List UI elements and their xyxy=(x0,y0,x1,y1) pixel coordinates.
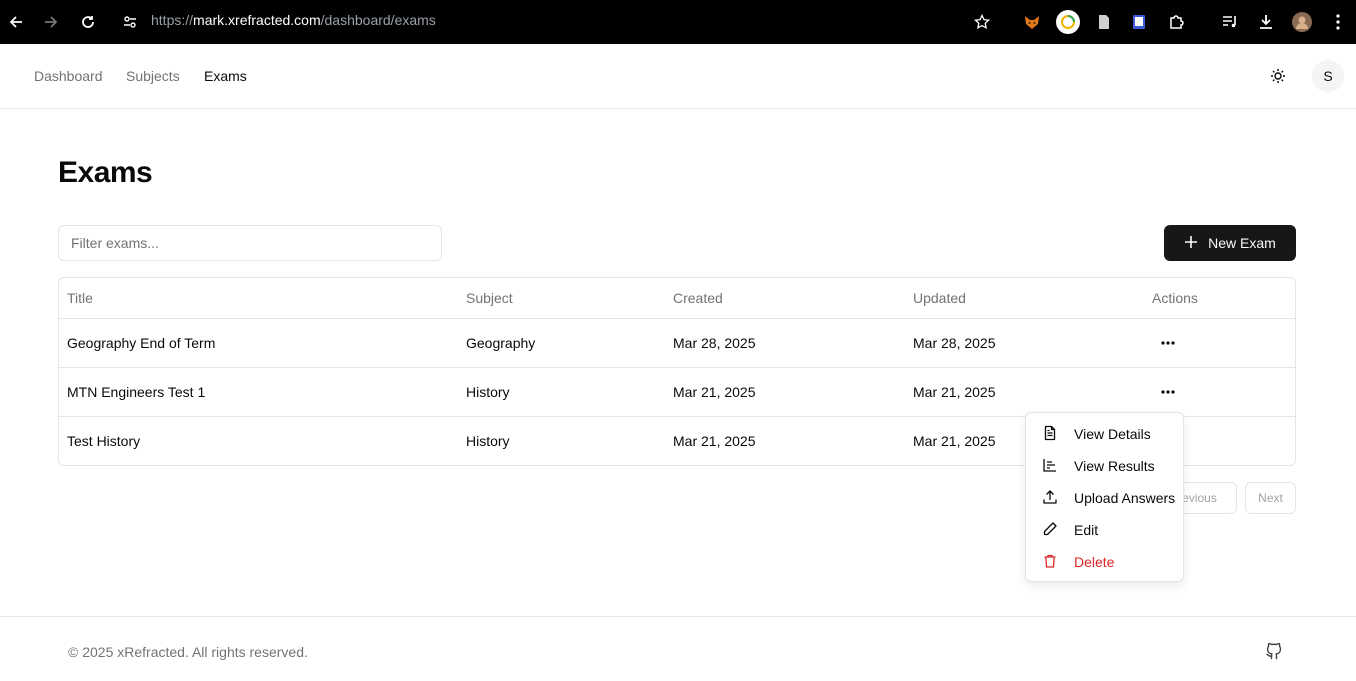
menu-item-edit[interactable]: Edit xyxy=(1030,514,1179,546)
fox-extension-icon[interactable] xyxy=(1019,9,1045,35)
cell-title: MTN Engineers Test 1 xyxy=(59,367,458,417)
new-exam-button[interactable]: New Exam xyxy=(1164,225,1296,261)
browser-toolbar: https://mark.xrefracted.com/dashboard/ex… xyxy=(0,0,1356,44)
footer: © 2025 xRefracted. All rights reserved. xyxy=(0,616,1356,681)
theme-toggle-sun-icon[interactable] xyxy=(1266,64,1290,88)
media-control-icon[interactable] xyxy=(1217,9,1243,35)
menu-item-view-details[interactable]: View Details xyxy=(1030,418,1179,450)
row-actions-ellipsis-icon[interactable] xyxy=(1152,329,1184,357)
download-icon[interactable] xyxy=(1253,9,1279,35)
cell-created: Mar 21, 2025 xyxy=(673,432,756,449)
row-actions-ellipsis-icon[interactable] xyxy=(1152,378,1184,406)
menu-item-delete[interactable]: Delete xyxy=(1030,546,1179,578)
github-icon[interactable] xyxy=(1264,641,1284,661)
page-title: Exams xyxy=(58,156,153,189)
address-bar[interactable]: https://mark.xrefracted.com/dashboard/ex… xyxy=(151,12,436,28)
trash-icon xyxy=(1042,553,1058,572)
table-row[interactable]: Geography End of Term Geography Mar 28, … xyxy=(59,318,1295,368)
cell-actions xyxy=(1144,318,1295,368)
menu-item-label: View Results xyxy=(1074,458,1155,474)
cell-subject: History xyxy=(466,432,510,449)
column-header-created[interactable]: Created xyxy=(665,278,905,319)
row-actions-menu: View Details View Results Upload Answers… xyxy=(1025,412,1184,582)
url-domain: mark.xrefracted.com xyxy=(193,12,321,28)
column-header-updated[interactable]: Updated xyxy=(905,278,1144,319)
cell-actions xyxy=(1144,367,1295,417)
menu-item-label: View Details xyxy=(1074,426,1151,442)
cell-updated: Mar 21, 2025 xyxy=(905,367,1144,417)
plus-icon xyxy=(1184,235,1198,252)
cell-created: Mar 21, 2025 xyxy=(665,367,905,417)
extensions-puzzle-icon[interactable] xyxy=(1164,9,1190,35)
profile-avatar-icon[interactable] xyxy=(1289,9,1315,35)
nav-link-exams[interactable]: Exams xyxy=(204,68,247,84)
upload-icon xyxy=(1042,489,1058,508)
cell-title: Test History xyxy=(67,432,141,449)
menu-item-label: Upload Answers xyxy=(1074,490,1176,506)
browser-menu-icon[interactable] xyxy=(1325,9,1351,35)
menu-item-label: Delete xyxy=(1074,554,1115,570)
column-header-subject[interactable]: Subject xyxy=(458,278,665,319)
app-header: Dashboard Subjects Exams S xyxy=(0,44,1356,109)
cell-created: Mar 28, 2025 xyxy=(665,318,905,368)
bar-chart-icon xyxy=(1042,457,1058,476)
nav-link-dashboard[interactable]: Dashboard xyxy=(34,68,103,84)
copyright-text: © 2025 xRefracted. All rights reserved. xyxy=(68,644,308,660)
user-avatar[interactable]: S xyxy=(1312,60,1344,92)
url-path: /dashboard/exams xyxy=(320,12,436,28)
cell-title: Geography End of Term xyxy=(59,318,458,368)
sync-extension-icon[interactable] xyxy=(1055,9,1081,35)
book-extension-icon[interactable] xyxy=(1126,9,1152,35)
menu-item-view-results[interactable]: View Results xyxy=(1030,450,1179,482)
menu-item-label: Edit xyxy=(1074,522,1099,538)
nav-link-subjects[interactable]: Subjects xyxy=(126,68,180,84)
new-exam-label: New Exam xyxy=(1208,235,1276,251)
filter-exams-input[interactable] xyxy=(58,225,442,261)
menu-item-upload-answers[interactable]: Upload Answers xyxy=(1030,482,1179,514)
bookmark-star-icon[interactable] xyxy=(969,9,995,35)
column-header-title[interactable]: Title xyxy=(59,278,458,319)
site-settings-icon[interactable] xyxy=(118,10,142,34)
cell-subject: Geography xyxy=(458,318,665,368)
document-extension-icon[interactable] xyxy=(1091,9,1117,35)
table-row[interactable]: MTN Engineers Test 1 History Mar 21, 202… xyxy=(59,367,1295,417)
file-text-icon xyxy=(1042,425,1058,444)
back-icon[interactable] xyxy=(4,10,28,34)
cell-subject: History xyxy=(458,367,665,417)
pencil-icon xyxy=(1042,521,1058,540)
reload-icon[interactable] xyxy=(76,10,100,34)
forward-icon[interactable] xyxy=(39,10,63,34)
url-scheme: https:// xyxy=(151,12,194,28)
table-header-row: Title Subject Created Updated Actions xyxy=(59,278,1295,319)
next-page-button[interactable]: Next xyxy=(1245,482,1296,514)
column-header-actions: Actions xyxy=(1144,278,1295,319)
cell-updated: Mar 28, 2025 xyxy=(905,318,1144,368)
